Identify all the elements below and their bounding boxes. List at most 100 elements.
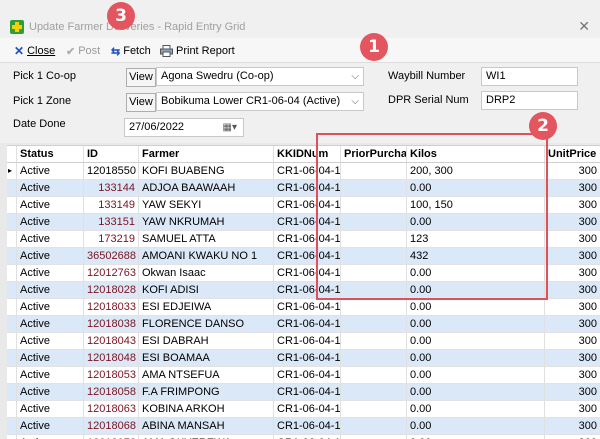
- cell-prior-purchase[interactable]: [341, 299, 407, 315]
- row-indicator[interactable]: [7, 248, 17, 264]
- cell-status[interactable]: Active: [17, 214, 84, 230]
- cell-kilos[interactable]: 0.00: [407, 180, 545, 196]
- cell-id[interactable]: 12018048: [84, 350, 139, 366]
- row-indicator[interactable]: [7, 197, 17, 213]
- cell-prior-purchase[interactable]: [341, 282, 407, 298]
- cell-id[interactable]: 36502688: [84, 248, 139, 264]
- cell-prior-purchase[interactable]: [341, 367, 407, 383]
- cell-kilos[interactable]: 0.00: [407, 333, 545, 349]
- cell-prior-purchase[interactable]: [341, 401, 407, 417]
- cell-prior-purchase[interactable]: [341, 180, 407, 196]
- row-indicator[interactable]: [7, 333, 17, 349]
- cell-kilos[interactable]: 0.00: [407, 435, 545, 439]
- table-row[interactable]: Active12018038FLORENCE DANSOCR1-06-04-15…: [7, 316, 600, 333]
- row-indicator[interactable]: [7, 316, 17, 332]
- cell-farmer[interactable]: FLORENCE DANSO: [139, 316, 274, 332]
- cell-prior-purchase[interactable]: [341, 197, 407, 213]
- cell-prior-purchase[interactable]: [341, 316, 407, 332]
- cell-unit-price[interactable]: 300: [545, 265, 600, 281]
- cell-kilos[interactable]: 100, 150: [407, 197, 545, 213]
- table-row[interactable]: Active173219SAMUEL ATTACR1-06-04-135 1233…: [7, 231, 600, 248]
- cell-kkid[interactable]: CR1-06-04-158: [274, 367, 341, 383]
- cell-kilos[interactable]: 0.00: [407, 316, 545, 332]
- cell-status[interactable]: Active: [17, 163, 84, 179]
- table-row[interactable]: Active12018028KOFI ADISICR1-06-04-153 0.0…: [7, 282, 600, 299]
- table-row[interactable]: Active133144ADJOA BAAWAAHCR1-06-04-103 0.…: [7, 180, 600, 197]
- cell-kkid[interactable]: CR1-06-04-151: [274, 265, 341, 281]
- row-indicator[interactable]: [7, 265, 17, 281]
- cell-kilos[interactable]: 0.00: [407, 282, 545, 298]
- cell-farmer[interactable]: AMA NTSEFUA: [139, 367, 274, 383]
- cell-kkid[interactable]: CR1-06-04-141: [274, 248, 341, 264]
- cell-farmer[interactable]: F.A FRIMPONG: [139, 384, 274, 400]
- cell-unit-price[interactable]: 300: [545, 163, 600, 179]
- table-row[interactable]: Active12018073AMA OKYEREWACR1-06-04-162 0…: [7, 435, 600, 439]
- table-row[interactable]: Active12018063KOBINA ARKOHCR1-06-04-160 0…: [7, 401, 600, 418]
- cell-kkid[interactable]: CR1-06-04-135: [274, 231, 341, 247]
- cell-prior-purchase[interactable]: [341, 350, 407, 366]
- cell-farmer[interactable]: Okwan Isaac: [139, 265, 274, 281]
- table-row[interactable]: Active12018068ABINA MANSAHCR1-06-04-161 0…: [7, 418, 600, 435]
- cell-kkid[interactable]: CR1-06-04-161: [274, 418, 341, 434]
- cell-prior-purchase[interactable]: [341, 435, 407, 439]
- cell-prior-purchase[interactable]: [341, 384, 407, 400]
- cell-prior-purchase[interactable]: [341, 214, 407, 230]
- row-indicator[interactable]: [7, 282, 17, 298]
- cell-kkid[interactable]: CR1-06-04-1517: [274, 163, 341, 179]
- cell-kkid[interactable]: CR1-06-04-157: [274, 350, 341, 366]
- cell-kilos[interactable]: 432: [407, 248, 545, 264]
- cell-unit-price[interactable]: 300: [545, 197, 600, 213]
- cell-status[interactable]: Active: [17, 401, 84, 417]
- cell-kilos[interactable]: 0.00: [407, 265, 545, 281]
- cell-id[interactable]: 12018033: [84, 299, 139, 315]
- header-farmer[interactable]: Farmer: [139, 146, 274, 162]
- row-indicator[interactable]: [7, 350, 17, 366]
- header-id[interactable]: ID: [84, 146, 139, 162]
- cell-unit-price[interactable]: 300: [545, 248, 600, 264]
- cell-prior-purchase[interactable]: [341, 418, 407, 434]
- row-indicator[interactable]: [7, 401, 17, 417]
- cell-farmer[interactable]: YAW NKRUMAH: [139, 214, 274, 230]
- cell-prior-purchase[interactable]: [341, 248, 407, 264]
- cell-kilos[interactable]: 0.00: [407, 214, 545, 230]
- cell-status[interactable]: Active: [17, 384, 84, 400]
- table-row[interactable]: Active12018058F.A FRIMPONGCR1-06-04-159 0…: [7, 384, 600, 401]
- cell-id[interactable]: 173219: [84, 231, 139, 247]
- cell-kkid[interactable]: CR1-06-04-100: [274, 214, 341, 230]
- cell-unit-price[interactable]: 300: [545, 333, 600, 349]
- cell-unit-price[interactable]: 300: [545, 401, 600, 417]
- table-row[interactable]: Active12012763Okwan IsaacCR1-06-04-151 0.…: [7, 265, 600, 282]
- row-indicator[interactable]: [7, 299, 17, 315]
- header-kilos[interactable]: Kilos: [407, 146, 545, 162]
- cell-farmer[interactable]: ESI BOAMAA: [139, 350, 274, 366]
- cell-farmer[interactable]: SAMUEL ATTA: [139, 231, 274, 247]
- table-row[interactable]: Active12018053AMA NTSEFUACR1-06-04-158 0.…: [7, 367, 600, 384]
- calendar-icon[interactable]: ▦▾: [223, 119, 237, 136]
- cell-status[interactable]: Active: [17, 299, 84, 315]
- cell-kkid[interactable]: CR1-06-04-160: [274, 401, 341, 417]
- cell-unit-price[interactable]: 300: [545, 180, 600, 196]
- cell-status[interactable]: Active: [17, 282, 84, 298]
- cell-prior-purchase[interactable]: [341, 163, 407, 179]
- cell-unit-price[interactable]: 300: [545, 282, 600, 298]
- cell-kkid[interactable]: CR1-06-04-159: [274, 384, 341, 400]
- cell-status[interactable]: Active: [17, 316, 84, 332]
- cell-unit-price[interactable]: 300: [545, 418, 600, 434]
- cell-unit-price[interactable]: 300: [545, 435, 600, 439]
- cell-kilos[interactable]: 0.00: [407, 299, 545, 315]
- table-row[interactable]: Active12018048ESI BOAMAACR1-06-04-157 0.0…: [7, 350, 600, 367]
- row-indicator[interactable]: [7, 435, 17, 439]
- header-kkid[interactable]: KKIDNum: [274, 146, 341, 162]
- cell-farmer[interactable]: ESI DABRAH: [139, 333, 274, 349]
- cell-unit-price[interactable]: 300: [545, 214, 600, 230]
- cell-farmer[interactable]: ADJOA BAAWAAH: [139, 180, 274, 196]
- table-row[interactable]: ▸Active12018550KOFI BUABENGCR1-06-04-151…: [7, 163, 600, 180]
- cell-id[interactable]: 12018043: [84, 333, 139, 349]
- row-indicator[interactable]: [7, 214, 17, 230]
- row-indicator[interactable]: [7, 418, 17, 434]
- dpr-input[interactable]: DRP2: [481, 91, 578, 110]
- cell-status[interactable]: Active: [17, 435, 84, 439]
- header-prior-purchase[interactable]: PriorPurchase: [341, 146, 407, 162]
- date-picker[interactable]: 27/06/2022 ▦▾: [124, 118, 244, 137]
- table-row[interactable]: Active133149YAW SEKYICR1-06-04-105 100, 1…: [7, 197, 600, 214]
